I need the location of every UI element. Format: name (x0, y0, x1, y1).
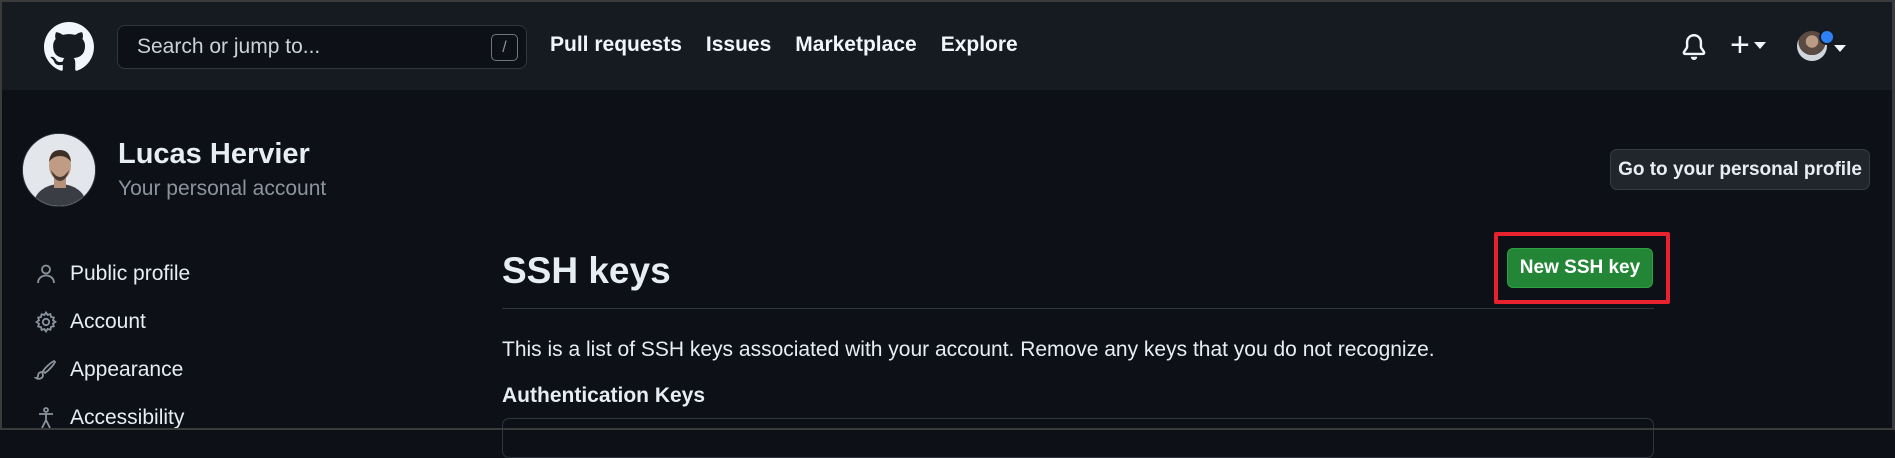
plus-icon: + (1730, 26, 1750, 64)
sidebar-item-label: Public profile (70, 262, 191, 285)
nav-issues[interactable]: Issues (706, 33, 771, 57)
chevron-down-icon[interactable] (1834, 45, 1846, 52)
profile-subtitle: Your personal account (118, 177, 327, 200)
sidebar-item-label: Accessibility (70, 406, 185, 429)
paintbrush-icon (34, 359, 57, 380)
sidebar-item-account[interactable]: Account (34, 298, 190, 346)
ssh-keys-description: This is a list of SSH keys associated wi… (502, 338, 1435, 361)
nav-pull-requests[interactable]: Pull requests (550, 33, 682, 57)
search-box[interactable]: / (117, 25, 527, 69)
new-ssh-key-button[interactable]: New SSH key (1507, 248, 1653, 288)
divider (502, 308, 1654, 309)
profile-avatar[interactable] (22, 133, 96, 207)
settings-sidebar: Public profile Account Appearance Access… (34, 250, 190, 442)
avatar-photo (23, 134, 95, 206)
gear-icon (35, 310, 58, 334)
sidebar-item-appearance[interactable]: Appearance (34, 346, 190, 394)
sidebar-item-label: Appearance (70, 358, 184, 381)
person-icon (37, 264, 55, 284)
top-navigation: / Pull requests Issues Marketplace Explo… (0, 0, 1895, 90)
nav-marketplace[interactable]: Marketplace (795, 33, 916, 57)
search-input[interactable] (137, 35, 477, 59)
authentication-keys-heading: Authentication Keys (502, 384, 706, 407)
authentication-keys-list (502, 418, 1654, 458)
chevron-down-icon (1753, 41, 1766, 49)
accessibility-icon (39, 407, 53, 429)
go-to-personal-profile-button[interactable]: Go to your personal profile (1610, 149, 1870, 190)
sidebar-item-public-profile[interactable]: Public profile (34, 250, 190, 298)
bell-icon[interactable] (1681, 33, 1707, 61)
profile-name: Lucas Hervier (118, 138, 310, 170)
main-nav: Pull requests Issues Marketplace Explore (550, 33, 1018, 57)
search-shortcut-key: / (491, 34, 518, 61)
github-logo-icon[interactable] (44, 22, 94, 72)
sidebar-item-accessibility[interactable]: Accessibility (34, 394, 190, 442)
sidebar-item-label: Account (70, 310, 146, 333)
create-new-menu[interactable]: + (1730, 26, 1766, 64)
nav-explore[interactable]: Explore (941, 33, 1018, 57)
page-title: SSH keys (502, 250, 671, 291)
notification-dot (1819, 29, 1835, 45)
